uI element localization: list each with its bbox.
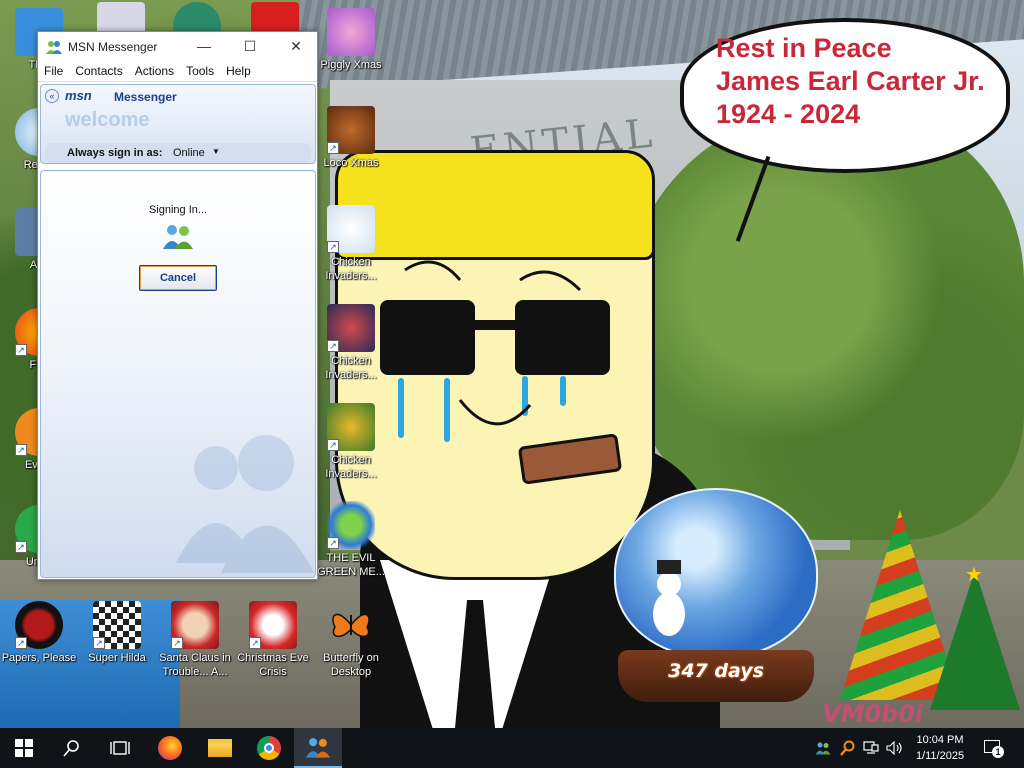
- tray-search-tool[interactable]: [836, 728, 858, 768]
- window-titlebar[interactable]: MSN Messenger — ☐ ✕: [38, 32, 317, 62]
- chevron-down-icon[interactable]: ▼: [212, 147, 220, 156]
- desktop-icon-evil-green-messenger[interactable]: ↗ THE EVIL GREEN ME...: [312, 501, 390, 579]
- menu-file[interactable]: File: [38, 62, 69, 78]
- signing-in-status: Signing In...: [148, 204, 208, 216]
- piggly-xmas-icon: [327, 8, 375, 56]
- action-center-button[interactable]: 1: [978, 728, 1008, 768]
- tray-network[interactable]: [860, 728, 882, 768]
- messenger-buddies-icon: [305, 738, 331, 758]
- messenger-buddies-icon: [163, 225, 193, 249]
- sign-in-label: Always sign in as:: [67, 147, 163, 159]
- cartoon-eyebrows: [404, 260, 582, 292]
- collapse-chevron-icon[interactable]: «: [45, 89, 59, 103]
- messenger-buddy-icon: [46, 41, 62, 54]
- maximize-button[interactable]: ☐: [227, 32, 273, 62]
- menu-actions[interactable]: Actions: [129, 62, 180, 78]
- welcome-text: welcome: [65, 109, 150, 131]
- desktop-icon-super-hilda[interactable]: ↗ Super Hilda: [78, 601, 156, 665]
- days-counter: 347 days: [668, 660, 764, 682]
- magnifier-icon: [840, 740, 855, 756]
- tray-messenger[interactable]: [812, 728, 834, 768]
- windows-logo-icon: [15, 739, 33, 757]
- close-button[interactable]: ✕: [273, 32, 319, 62]
- tear-icon: [398, 378, 404, 438]
- desktop-icon-chicken-invaders-1[interactable]: ↗ Chicken Invaders...: [312, 205, 390, 283]
- notification-icon: 1: [984, 740, 1004, 758]
- chicken-invaders-icon: ↗: [327, 403, 375, 451]
- clock-date: 1/11/2025: [915, 750, 965, 762]
- star-icon: ★: [965, 564, 983, 586]
- chrome-icon: [257, 736, 281, 760]
- msn-signin-panel: Signing In... Cancel: [40, 170, 316, 578]
- window-title: MSN Messenger: [68, 40, 158, 54]
- snowman-icon: [645, 560, 691, 640]
- evil-green-messenger-icon: ↗: [327, 501, 375, 549]
- taskbar-clock[interactable]: 10:04 PM 1/11/2025: [906, 732, 974, 764]
- chicken-invaders-icon: ↗: [327, 205, 375, 253]
- task-view-button[interactable]: [96, 728, 144, 768]
- taskbar-firefox[interactable]: [146, 728, 194, 768]
- task-view-icon: [110, 741, 130, 755]
- taskbar-chrome[interactable]: [245, 728, 293, 768]
- super-hilda-icon: ↗: [93, 601, 141, 649]
- desktop-icon-santa-claus[interactable]: ↗ Santa Claus in Trouble... A...: [156, 601, 234, 679]
- desktop-icon-papers-please[interactable]: ↗ Papers, Please: [0, 601, 78, 665]
- desktop-icon-butterfly[interactable]: Butterfly on Desktop: [312, 601, 390, 679]
- msn-logo-subtitle: Messenger: [114, 90, 177, 104]
- search-icon: [63, 740, 79, 757]
- desktop-icon-chicken-invaders-2[interactable]: ↗ Chicken Invaders...: [312, 304, 390, 382]
- taskbar-msn-messenger[interactable]: [294, 728, 342, 768]
- messenger-tray-icon: [815, 742, 831, 755]
- loco-xmas-icon: ↗: [327, 106, 375, 154]
- watermark: VM0b0i: [819, 700, 926, 728]
- sign-in-status-row: Always sign in as: Online ▼: [45, 143, 311, 163]
- start-button[interactable]: [0, 728, 48, 768]
- cartoon-smile: [458, 399, 532, 426]
- papers-please-icon: ↗: [15, 601, 63, 649]
- desktop-icon-loco-xmas[interactable]: ↗ Loco Xmas: [312, 106, 390, 170]
- minimize-button[interactable]: —: [181, 32, 227, 62]
- firefox-icon: [158, 736, 182, 760]
- taskbar: 10:04 PM 1/11/2025 1: [0, 728, 1024, 768]
- butterfly-icon: [327, 601, 375, 649]
- santa-claus-icon: ↗: [171, 601, 219, 649]
- speaker-icon: [886, 741, 902, 755]
- sign-in-status-dropdown[interactable]: Online: [173, 147, 205, 159]
- network-icon: [863, 741, 879, 754]
- msn-logo: msn: [65, 88, 92, 103]
- messenger-watermark-icon: [176, 435, 314, 573]
- menu-tools[interactable]: Tools: [180, 62, 220, 78]
- menu-contacts[interactable]: Contacts: [69, 62, 128, 78]
- clock-time: 10:04 PM: [916, 734, 964, 746]
- folder-icon: [208, 739, 232, 757]
- cartoon-sunglasses: [380, 300, 620, 375]
- taskbar-file-explorer[interactable]: [196, 728, 244, 768]
- desktop-icon-piggly-xmas[interactable]: Piggly Xmas: [312, 8, 390, 72]
- menu-help[interactable]: Help: [220, 62, 257, 78]
- menu-bar: File Contacts Actions Tools Help: [38, 62, 317, 82]
- msn-messenger-window[interactable]: MSN Messenger — ☐ ✕ File Contacts Actions T…: [37, 31, 318, 580]
- search-button[interactable]: [48, 728, 96, 768]
- tear-icon: [444, 378, 450, 442]
- desktop-icon-chicken-invaders-3[interactable]: ↗ Chicken Invaders...: [312, 403, 390, 481]
- tray-volume[interactable]: [884, 728, 906, 768]
- cancel-button[interactable]: Cancel: [139, 265, 217, 291]
- desktop-icon-christmas-eve-crisis[interactable]: ↗ Christmas Eve Crisis: [234, 601, 312, 679]
- speech-bubble-text: Rest in Peace James Earl Carter Jr. 1924…: [716, 33, 985, 129]
- msn-header-panel: « msn Messenger welcome Always sign in a…: [40, 84, 316, 164]
- chicken-invaders-icon: ↗: [327, 304, 375, 352]
- tear-icon: [560, 376, 566, 406]
- christmas-eve-crisis-icon: ↗: [249, 601, 297, 649]
- notification-count-badge: 1: [992, 746, 1004, 758]
